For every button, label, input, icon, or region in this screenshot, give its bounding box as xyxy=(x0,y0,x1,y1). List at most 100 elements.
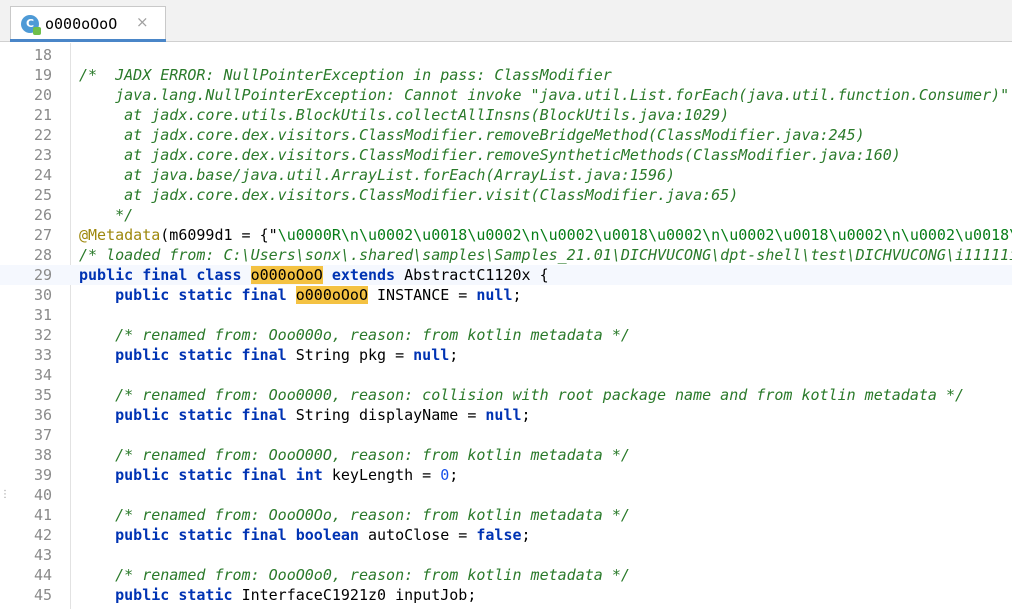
code-token: String pkg = xyxy=(295,346,414,364)
code-line[interactable]: 22 at jadx.core.dex.visitors.ClassModifi… xyxy=(0,125,1012,145)
line-number: 20 xyxy=(33,86,52,104)
code-text: at jadx.core.dex.visitors.ClassModifier.… xyxy=(79,185,738,205)
line-number: 19 xyxy=(33,66,52,84)
code-line[interactable]: 30 public static final o000oOoO INSTANCE… xyxy=(0,285,1012,305)
code-line[interactable]: 27 @Metadata(m6099d1 = {"\u0000R\n\u0002\… xyxy=(0,225,1012,245)
code-line[interactable]: 19 /* JADX ERROR: NullPointerException in… xyxy=(0,65,1012,85)
code-text: public static InterfaceC1921z0 inputJob; xyxy=(79,585,476,605)
code-token: public final class xyxy=(79,266,251,284)
code-token: java.lang.NullPointerException: Cannot i… xyxy=(79,86,1010,104)
line-number: 21 xyxy=(33,106,52,124)
code-token: public static final xyxy=(115,466,296,484)
code-token: public static final xyxy=(115,526,296,544)
code-line[interactable]: 23 at jadx.core.dex.visitors.ClassModifi… xyxy=(0,145,1012,165)
code-token: null xyxy=(485,406,522,424)
close-tab-icon[interactable]: × xyxy=(136,13,149,31)
code-text: public final class o000oOoO extends Abst… xyxy=(79,265,549,285)
code-token: ; xyxy=(512,286,522,304)
code-token: public static final xyxy=(115,286,296,304)
code-token: boolean xyxy=(295,526,359,544)
code-token: /* renamed from: Ooo0000, reason: collis… xyxy=(79,386,965,404)
line-number: 38 xyxy=(33,446,52,464)
code-line[interactable]: 44 /* renamed from: OooO0o0, reason: fro… xyxy=(0,565,1012,585)
code-token: @Metadata xyxy=(79,226,161,244)
code-token: AbstractC1120x { xyxy=(395,266,549,284)
class-file-icon: C xyxy=(21,15,41,35)
code-text: at jadx.core.dex.visitors.ClassModifier.… xyxy=(79,145,901,165)
line-number: 44 xyxy=(33,566,52,584)
code-text: public static final boolean autoClose = … xyxy=(79,525,531,545)
line-number: 40 xyxy=(33,486,52,504)
line-number: 39 xyxy=(33,466,52,484)
code-line[interactable]: 18 xyxy=(0,45,1012,65)
code-token: at jadx.core.dex.visitors.ClassModifier.… xyxy=(79,146,901,164)
code-line[interactable]: 41 /* renamed from: OooO0Oo, reason: fro… xyxy=(0,505,1012,525)
code-text: public static final String pkg = null; xyxy=(79,345,458,365)
line-number: 36 xyxy=(33,406,52,424)
code-text: public static final int keyLength = 0; xyxy=(79,465,458,485)
code-text: /* renamed from: OooO00O, reason: from k… xyxy=(79,445,630,465)
code-line[interactable]: 34 xyxy=(0,365,1012,385)
code-token: \u0000R\n\u0002\u0018\u0002\n\u0002\u001… xyxy=(277,226,1012,244)
line-number: 28 xyxy=(33,246,52,264)
code-line[interactable]: 20 java.lang.NullPointerException: Canno… xyxy=(0,85,1012,105)
code-line[interactable]: 35 /* renamed from: Ooo0000, reason: col… xyxy=(0,385,1012,405)
code-token: INSTANCE = xyxy=(368,286,477,304)
code-token: at jadx.core.dex.visitors.ClassModifier.… xyxy=(79,126,865,144)
line-number: 34 xyxy=(33,366,52,384)
code-text: /* renamed from: Ooo0000, reason: collis… xyxy=(79,385,964,405)
code-line[interactable]: 32 /* renamed from: Ooo000o, reason: fro… xyxy=(0,325,1012,345)
tab-title: o000oOoO xyxy=(45,15,118,33)
code-text: at jadx.core.dex.visitors.ClassModifier.… xyxy=(79,125,865,145)
code-token: public static final xyxy=(115,346,296,364)
code-line[interactable]: 25 at jadx.core.dex.visitors.ClassModifi… xyxy=(0,185,1012,205)
code-line[interactable]: 42 public static final boolean autoClose… xyxy=(0,525,1012,545)
code-line[interactable]: 40 xyxy=(0,485,1012,505)
code-line[interactable]: 45 public static InterfaceC1921z0 inputJ… xyxy=(0,585,1012,605)
code-line[interactable]: 37 xyxy=(0,425,1012,445)
code-line[interactable]: 33 public static final String pkg = null… xyxy=(0,345,1012,365)
code-line[interactable]: 21 at jadx.core.utils.BlockUtils.collect… xyxy=(0,105,1012,125)
code-line[interactable]: 43 xyxy=(0,545,1012,565)
code-line[interactable]: 31 xyxy=(0,305,1012,325)
code-token: null xyxy=(476,286,513,304)
line-number: 45 xyxy=(33,586,52,604)
line-number: 33 xyxy=(33,346,52,364)
code-line[interactable]: 29 public final class o000oOoO extends Ab… xyxy=(0,265,1012,285)
code-token: null xyxy=(413,346,450,364)
line-number: 37 xyxy=(33,426,52,444)
code-text: @Metadata(m6099d1 = {"\u0000R\n\u0002\u0… xyxy=(79,225,1012,245)
highlighted-identifier: o000oOoO xyxy=(250,266,323,284)
code-line[interactable]: 26 */ xyxy=(0,205,1012,225)
code-token: /* renamed from: OooO0Oo, reason: from k… xyxy=(79,506,630,524)
line-number: 31 xyxy=(33,306,52,324)
line-number: 32 xyxy=(33,326,52,344)
code-token: /* loaded from: C:\Users\sonx\.shared\sa… xyxy=(79,246,1012,264)
code-line[interactable]: 36 public static final String displayNam… xyxy=(0,405,1012,425)
line-number: 22 xyxy=(33,126,52,144)
code-token: InterfaceC1921z0 inputJob; xyxy=(241,586,477,604)
code-token: extends xyxy=(331,266,396,284)
code-text: at jadx.core.utils.BlockUtils.collectAll… xyxy=(79,105,729,125)
code-line[interactable]: 38 /* renamed from: OooO00O, reason: fro… xyxy=(0,445,1012,465)
code-text: /* loaded from: C:\Users\sonx\.shared\sa… xyxy=(79,245,1012,265)
editor-tab[interactable]: C o000oOoO × xyxy=(10,6,166,42)
line-number: 41 xyxy=(33,506,52,524)
code-editor[interactable]: ⋮ 1819/* JADX ERROR: NullPointerExceptio… xyxy=(0,43,1012,609)
line-number: 18 xyxy=(33,46,52,64)
code-token: ; xyxy=(521,526,531,544)
code-token: public static final xyxy=(115,406,296,424)
code-line[interactable]: 24 at java.base/java.util.ArrayList.forE… xyxy=(0,165,1012,185)
line-number: 23 xyxy=(33,146,52,164)
code-token: public static xyxy=(115,586,242,604)
line-number: 35 xyxy=(33,386,52,404)
code-line[interactable]: 28 /* loaded from: C:\Users\sonx\.shared\… xyxy=(0,245,1012,265)
code-token: ; xyxy=(449,466,459,484)
code-line[interactable]: 39 public static final int keyLength = 0… xyxy=(0,465,1012,485)
line-number: 26 xyxy=(33,206,52,224)
code-token: /* JADX ERROR: NullPointerException in p… xyxy=(79,66,612,84)
line-number: 30 xyxy=(33,286,52,304)
